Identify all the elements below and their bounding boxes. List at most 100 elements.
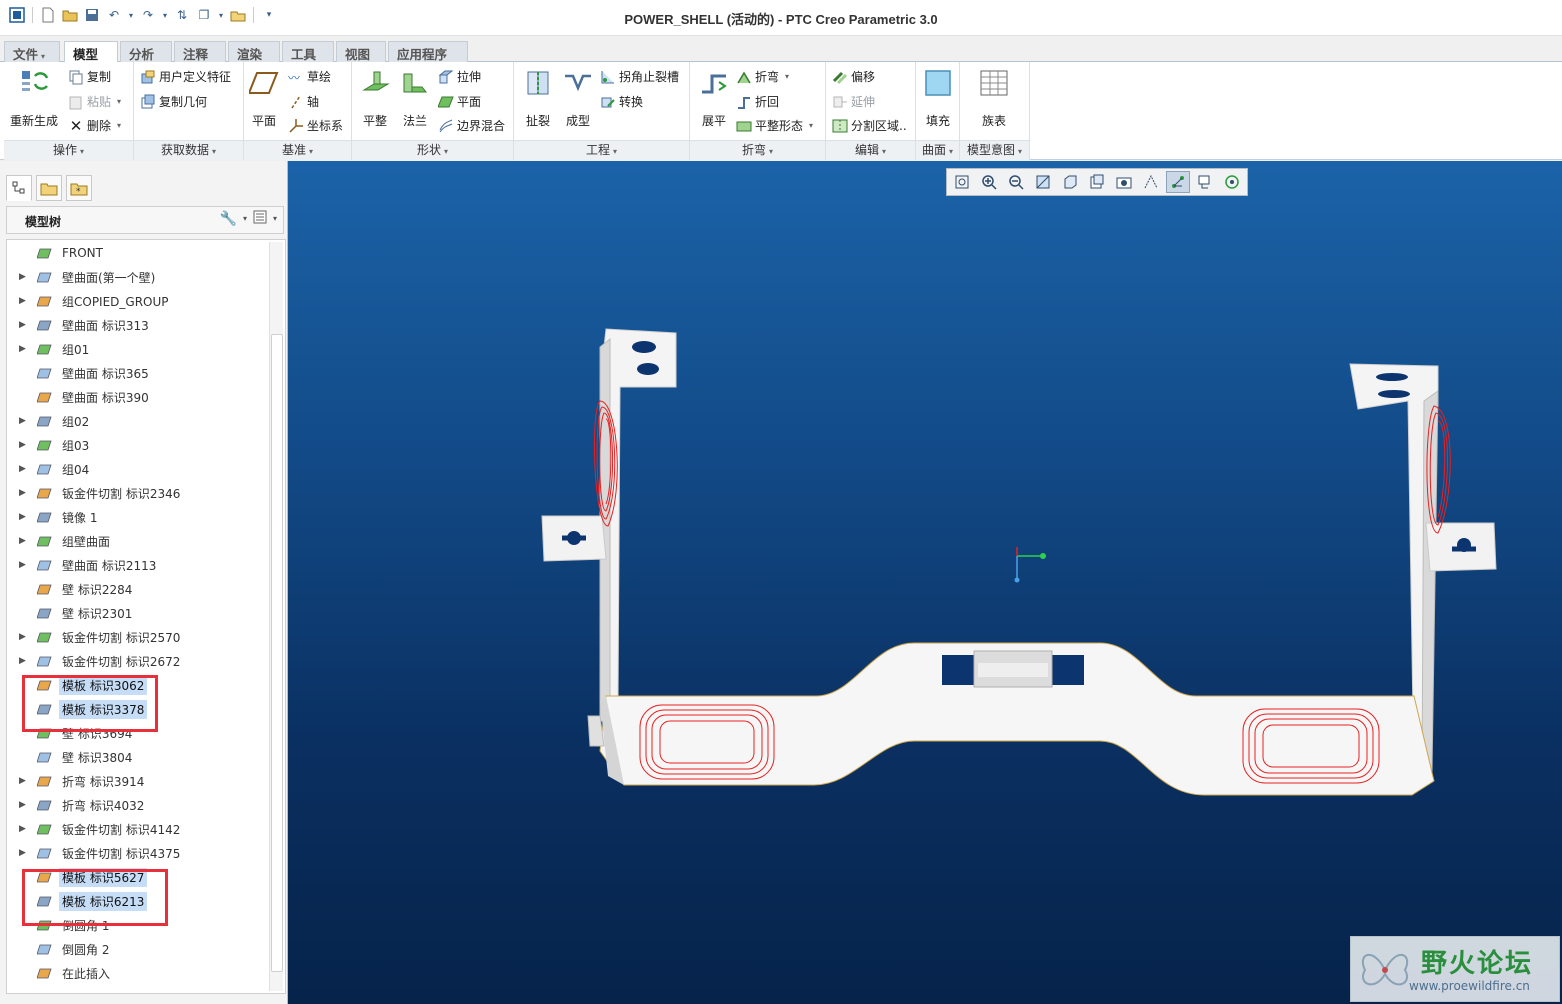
regenerate-button[interactable]: 重新生成 — [8, 68, 60, 129]
group-label-model-intent[interactable]: 模型意图 ▾ — [960, 140, 1029, 160]
expand-arrow-icon[interactable]: ▶ — [19, 632, 31, 642]
favorites-tab-icon[interactable]: * — [66, 175, 92, 201]
delete-button[interactable]: ✕ 删除 ▾ — [68, 117, 121, 134]
csys-button[interactable]: 坐标系 — [288, 117, 343, 134]
tree-item[interactable]: ▶ 镜像 1 — [7, 506, 267, 528]
model-tree-tab-icon[interactable] — [6, 175, 32, 201]
tree-item[interactable]: ▶ 组04 — [7, 458, 267, 480]
convert-button[interactable]: 转换 — [600, 93, 643, 110]
tree-item[interactable]: 壁 标识3804 — [7, 746, 267, 768]
folder-browser-tab-icon[interactable] — [36, 175, 62, 201]
expand-arrow-icon[interactable]: ▶ — [19, 848, 31, 858]
show-list-icon[interactable] — [253, 210, 267, 227]
group-label-shape[interactable]: 形状 ▾ — [352, 140, 513, 160]
boundary-blend-button[interactable]: 边界混合 — [438, 117, 505, 134]
tree-item[interactable]: ▶ 壁曲面 标识2113 — [7, 554, 267, 576]
sketch-button[interactable]: 〰草绘 — [288, 68, 331, 85]
expand-arrow-icon[interactable]: ▶ — [19, 272, 31, 282]
unbend-button[interactable]: 展平 — [694, 68, 734, 129]
tab-view[interactable]: 视图 — [336, 41, 386, 62]
expand-arrow-icon[interactable]: ▶ — [19, 800, 31, 810]
settings-tools-icon[interactable]: 🔧 — [220, 211, 237, 227]
tree-item[interactable]: ▶ 组03 — [7, 434, 267, 456]
tree-item[interactable]: 壁 标识2284 — [7, 578, 267, 600]
tree-item[interactable]: ▶ 组01 — [7, 338, 267, 360]
expand-arrow-icon[interactable]: ▶ — [19, 344, 31, 354]
expand-arrow-icon[interactable]: ▶ — [19, 512, 31, 522]
tree-item[interactable]: ▶ 壁曲面(第一个壁) — [7, 266, 267, 288]
expand-arrow-icon[interactable]: ▶ — [19, 656, 31, 666]
paste-button[interactable]: 粘贴 ▾ — [68, 93, 121, 110]
split-area-button[interactable]: 分割区域.. — [832, 117, 907, 134]
group-label-surface[interactable]: 曲面 ▾ — [916, 140, 959, 160]
navigator-panel: * 模型树 🔧 ▾ ▾ FRONT ▶ 壁曲面(第一个壁) ▶ 组COPIED_GROU… — [0, 161, 288, 1004]
flange-button[interactable]: 法兰 — [396, 68, 434, 129]
family-table-button[interactable]: 族表 — [974, 68, 1014, 129]
tree-item[interactable]: ▶ 钣金件切割 标识4375 — [7, 842, 267, 864]
group-label-datum[interactable]: 基准 ▾ — [244, 140, 351, 160]
expand-arrow-icon[interactable]: ▶ — [19, 440, 31, 450]
tree-item-label: 镜像 1 — [62, 510, 98, 525]
expand-arrow-icon[interactable]: ▶ — [19, 464, 31, 474]
offset-button[interactable]: 偏移 — [832, 68, 875, 85]
tree-item[interactable]: ▶ 壁曲面 标识313 — [7, 314, 267, 336]
tree-item[interactable]: ▶ 钣金件切割 标识2672 — [7, 650, 267, 672]
tree-item[interactable]: ▶ 钣金件切割 标识4142 — [7, 818, 267, 840]
tree-item[interactable]: 壁 标识2301 — [7, 602, 267, 624]
tree-item[interactable]: 倒圆角 2 — [7, 938, 267, 960]
extend-button[interactable]: 延伸 — [832, 93, 875, 110]
expand-arrow-icon[interactable]: ▶ — [19, 824, 31, 834]
tree-item[interactable]: ▶ 组02 — [7, 410, 267, 432]
group-label-bend[interactable]: 折弯 ▾ — [690, 140, 825, 160]
tree-item[interactable]: 壁曲面 标识365 — [7, 362, 267, 384]
tree-item[interactable]: ▶ 组COPIED_GROUP — [7, 290, 267, 312]
tree-item[interactable]: 在此插入 — [7, 962, 267, 984]
planar-button[interactable]: 平面 — [437, 93, 481, 110]
copy-geometry-button[interactable]: 复制几何 — [140, 93, 207, 110]
tree-item[interactable]: ▶ 折弯 标识4032 — [7, 794, 267, 816]
expand-arrow-icon[interactable]: ▶ — [19, 320, 31, 330]
plane-button[interactable]: 平面 — [246, 68, 282, 129]
group-label-edit[interactable]: 编辑 ▾ — [826, 140, 915, 160]
rip-button[interactable]: 扯裂 — [518, 68, 558, 129]
flat-pattern-button[interactable]: 平整形态 ▾ — [736, 117, 813, 134]
expand-arrow-icon[interactable]: ▶ — [19, 296, 31, 306]
extrude-button[interactable]: 拉伸 — [438, 68, 481, 85]
expand-arrow-icon[interactable]: ▶ — [19, 488, 31, 498]
group-label-get-data[interactable]: 获取数据 ▾ — [134, 140, 243, 160]
tab-file[interactable]: 文件 ▾ — [4, 41, 60, 62]
feature-icon — [36, 630, 53, 644]
tab-tools[interactable]: 工具 — [282, 41, 334, 62]
tree-item[interactable]: FRONT — [7, 242, 267, 264]
expand-arrow-icon[interactable]: ▶ — [19, 536, 31, 546]
settings-dropdown-icon[interactable]: ▾ — [243, 214, 247, 223]
axis-button[interactable]: 轴 — [288, 93, 319, 110]
show-dropdown-icon[interactable]: ▾ — [273, 214, 277, 223]
tree-scrollbar[interactable] — [269, 242, 283, 991]
expand-arrow-icon[interactable]: ▶ — [19, 416, 31, 426]
expand-arrow-icon[interactable]: ▶ — [19, 776, 31, 786]
tree-scrollbar-thumb[interactable] — [271, 334, 283, 972]
bend-back-button[interactable]: 折回 — [736, 93, 779, 110]
copy-button[interactable]: 复制 — [68, 68, 111, 85]
tree-item[interactable]: ▶ 钣金件切割 标识2570 — [7, 626, 267, 648]
tab-render[interactable]: 渲染 — [228, 41, 280, 62]
bend-button[interactable]: 折弯 ▾ — [736, 68, 789, 85]
group-label-operations[interactable]: 操作 ▾ — [4, 140, 133, 160]
form-button[interactable]: 成型 — [558, 68, 598, 129]
corner-relief-button[interactable]: 拐角止裂槽 — [600, 68, 679, 85]
graphics-window[interactable]: 野火论坛 www.proewildfire.cn — [288, 161, 1562, 1004]
group-label-engineering[interactable]: 工程 ▾ — [514, 140, 689, 160]
udf-button[interactable]: 用户定义特征 — [140, 68, 231, 85]
tree-item[interactable]: ▶ 折弯 标识3914 — [7, 770, 267, 792]
tab-model[interactable]: 模型 — [64, 41, 118, 63]
tab-annotate[interactable]: 注释 — [174, 41, 226, 62]
tree-item[interactable]: ▶ 钣金件切割 标识2346 — [7, 482, 267, 504]
tab-analysis[interactable]: 分析 — [120, 41, 172, 62]
expand-arrow-icon[interactable]: ▶ — [19, 560, 31, 570]
tab-applications[interactable]: 应用程序 — [388, 41, 468, 62]
fill-button[interactable]: 填充 — [920, 68, 956, 129]
flat-wall-button[interactable]: 平整 — [356, 68, 394, 129]
tree-item[interactable]: ▶ 组壁曲面 — [7, 530, 267, 552]
tree-item[interactable]: 壁曲面 标识390 — [7, 386, 267, 408]
